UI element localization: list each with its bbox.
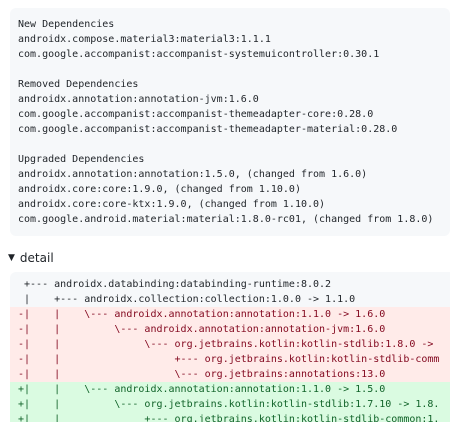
diff-removed-line: -| | \--- org.jetbrains.kotlin:kotlin-st… [10, 337, 450, 352]
removed-dependencies-heading: Removed Dependencies [18, 79, 139, 90]
diff-added-line: +| | \--- org.jetbrains.kotlin:kotlin-st… [10, 397, 450, 412]
diff-context-line: +--- androidx.databinding:databinding-ru… [18, 279, 332, 290]
dependency-summary-code-block: New Dependencies androidx.compose.materi… [10, 8, 450, 236]
diff-removed-line: -| | \--- androidx.annotation:annotation… [10, 307, 450, 322]
diff-removed-line: -| | +--- org.jetbrains.kotlin:kotlin-st… [10, 352, 450, 367]
diff-added-line: +| | \--- androidx.annotation:annotation… [10, 382, 450, 397]
diff-added-line: +| | +--- org.jetbrains.kotlin:kotlin-st… [10, 412, 450, 422]
removed-dependency-line: com.google.accompanist:accompanist-theme… [18, 109, 374, 120]
new-dependencies-heading: New Dependencies [18, 19, 115, 30]
dependency-diff-code-block: +--- androidx.databinding:databinding-ru… [10, 272, 450, 422]
upgraded-dependencies-heading: Upgraded Dependencies [18, 154, 145, 165]
disclosure-triangle-icon: ▼ [8, 253, 15, 263]
upgraded-dependency-line: com.google.android.material:material:1.8… [18, 214, 434, 225]
removed-dependency-line: com.google.accompanist:accompanist-theme… [18, 124, 398, 135]
new-dependency-line: com.google.accompanist:accompanist-syste… [18, 49, 380, 60]
detail-toggle-label: detail [19, 251, 54, 265]
upgraded-dependency-line: androidx.core:core:1.9.0, (changed from … [18, 184, 301, 195]
new-dependency-line: androidx.compose.material3:material3:1.1… [18, 34, 271, 45]
detail-toggle[interactable]: ▼ detail [8, 250, 54, 266]
diff-context-line: | +--- androidx.collection:collection:1.… [18, 294, 356, 305]
diff-removed-line: -| | \--- androidx.annotation:annotation… [10, 322, 450, 337]
upgraded-dependency-line: androidx.annotation:annotation:1.5.0, (c… [18, 169, 368, 180]
diff-removed-line: -| | \--- org.jetbrains:annotations:13.0 [10, 367, 450, 382]
removed-dependency-line: androidx.annotation:annotation-jvm:1.6.0 [18, 94, 259, 105]
upgraded-dependency-line: androidx.core:core-ktx:1.9.0, (changed f… [18, 199, 326, 210]
